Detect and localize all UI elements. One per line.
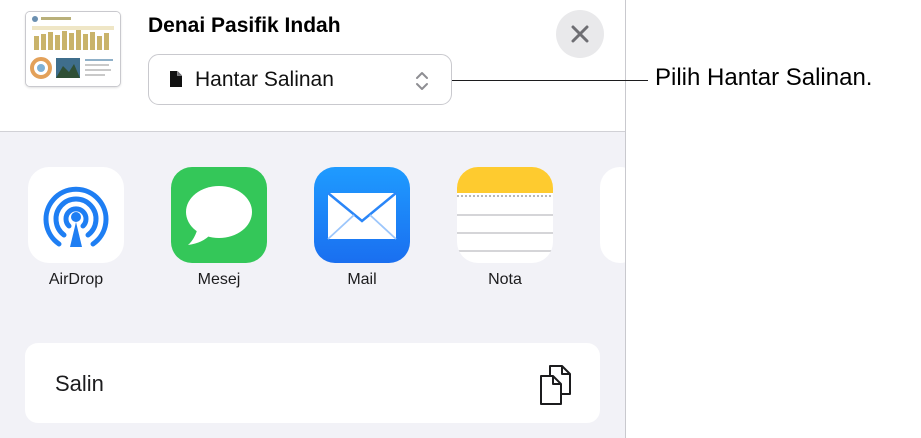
share-apps-row: AirDrop Mesej Mail Nota [0, 165, 625, 295]
close-button[interactable] [556, 10, 604, 58]
copy-icon [540, 365, 571, 405]
chevron-up-down-icon [416, 72, 428, 90]
callout-text: Pilih Hantar Salinan. [655, 64, 873, 91]
messages-icon [171, 167, 267, 263]
app-label-mail: Mail [347, 271, 377, 288]
app-label-messages: Mesej [197, 271, 241, 288]
share-sheet: Denai Pasifik Indah Hantar Salinan AirDr… [0, 0, 626, 438]
callout-line [452, 80, 648, 81]
app-notes[interactable]: Nota [450, 165, 560, 295]
copy-action[interactable]: Salin [25, 343, 600, 423]
document-title: Denai Pasifik Indah [148, 14, 341, 37]
app-messages[interactable]: Mesej [164, 165, 274, 295]
send-format-selector[interactable]: Hantar Salinan [148, 54, 452, 105]
copy-action-label: Salin [55, 371, 104, 396]
close-icon [571, 25, 589, 43]
notes-icon [457, 167, 553, 263]
document-thumbnail [25, 11, 121, 87]
mail-icon [314, 167, 410, 263]
app-partial-next[interactable] [600, 167, 625, 263]
share-sheet-header: Denai Pasifik Indah Hantar Salinan [0, 0, 625, 132]
app-label-airdrop: AirDrop [48, 271, 104, 288]
app-airdrop[interactable]: AirDrop [21, 165, 131, 295]
document-icon [170, 71, 182, 87]
send-format-label: Hantar Salinan [195, 68, 334, 91]
app-label-notes: Nota [488, 271, 522, 288]
app-mail[interactable]: Mail [307, 165, 417, 295]
airdrop-icon [28, 167, 124, 263]
